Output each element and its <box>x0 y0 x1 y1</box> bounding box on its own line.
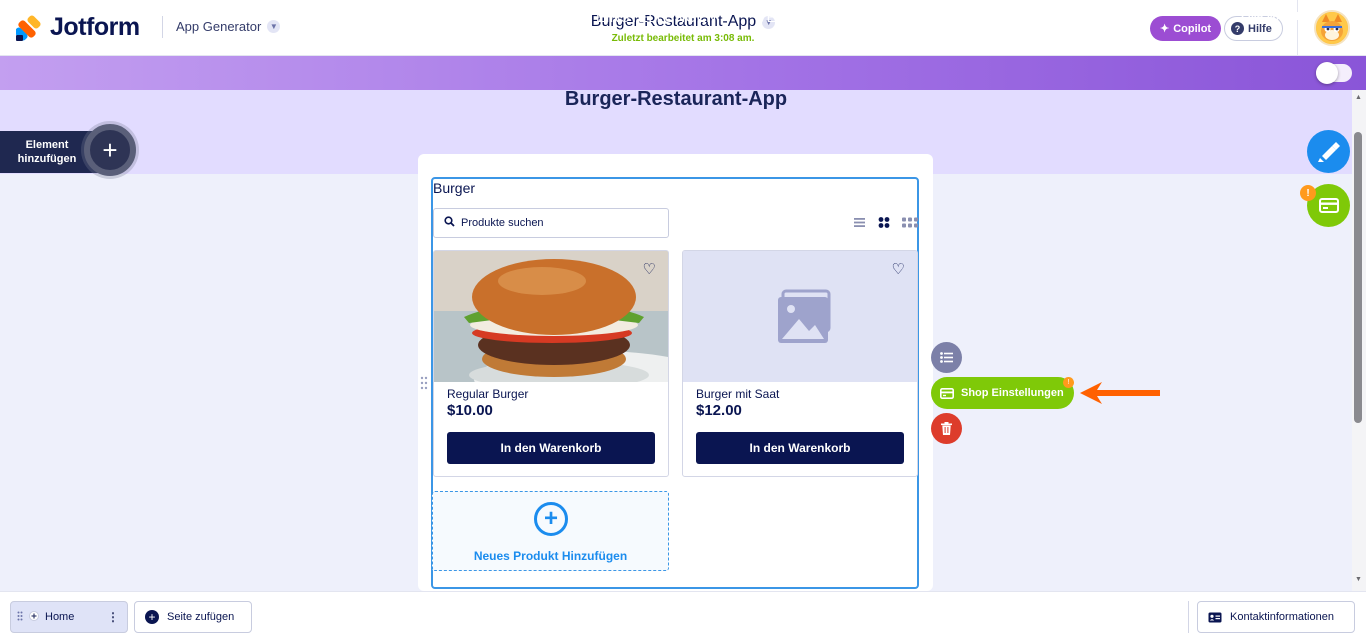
product-card-burger-mit-saat[interactable]: ♡ Burger mit Saat $12.00 In den Warenkor… <box>682 250 918 477</box>
list-view-icon[interactable] <box>854 216 867 229</box>
drag-handle-icon[interactable] <box>420 376 428 390</box>
home-page-label: Home <box>45 611 75 623</box>
add-page-label: Seite zufügen <box>167 611 235 623</box>
tab-veroeffentlichen[interactable]: VERÖFFENTLICHEN <box>757 0 898 34</box>
design-tools-button[interactable] <box>1307 130 1350 173</box>
warning-badge: ! <box>1300 185 1316 201</box>
plus-icon: + <box>102 134 118 165</box>
product-card-regular-burger[interactable]: ♡ Regular Burger $10.00 In den Warenkorb <box>433 250 669 477</box>
copilot-button[interactable]: ✦ Copilot <box>1150 16 1222 41</box>
paint-roller-icon <box>1317 141 1340 162</box>
sparkle-icon: ✦ <box>1160 23 1170 35</box>
scroll-down-arrow-icon[interactable]: ▼ <box>1355 576 1362 583</box>
scroll-up-arrow-icon[interactable]: ▲ <box>1355 94 1362 101</box>
product-price: $12.00 <box>696 402 742 419</box>
small-plus-icon <box>29 610 39 624</box>
shop-settings-label: Shop Einstellungen <box>961 387 1064 399</box>
favorite-heart-icon[interactable]: ♡ <box>643 262 656 277</box>
favorite-heart-icon[interactable]: ♡ <box>892 262 905 277</box>
scrollbar-thumb[interactable] <box>1354 132 1362 423</box>
plus-circle-icon: + <box>534 502 568 536</box>
shop-settings-button[interactable]: Shop Einstellungen <box>931 377 1074 409</box>
header-divider-right <box>1297 0 1298 56</box>
properties-button[interactable] <box>931 342 962 373</box>
add-element-button[interactable]: + <box>84 124 136 176</box>
warning-badge: ! <box>1063 377 1074 388</box>
tab-einstellungen[interactable]: EINSTELLUNGEN <box>596 0 717 34</box>
product-image: ♡ <box>434 251 668 382</box>
search-placeholder: Produkte suchen <box>461 217 544 229</box>
product-price: $10.00 <box>447 402 493 419</box>
user-avatar[interactable] <box>1314 10 1350 46</box>
product-search-input[interactable]: Produkte suchen <box>433 208 669 238</box>
grid-view-icon[interactable] <box>878 216 891 229</box>
toggle-knob[interactable] <box>1316 62 1338 84</box>
product-name: Burger mit Saat <box>696 387 780 401</box>
plus-icon: + <box>145 610 159 624</box>
contact-label: Kontaktinformationen <box>1230 611 1334 623</box>
add-to-cart-button[interactable]: In den Warenkorb <box>447 432 655 464</box>
view-switcher <box>854 216 918 229</box>
page-title: Burger-Restaurant-App <box>564 88 788 110</box>
add-product-label: Neues Produkt Hinzufügen <box>473 549 628 563</box>
card-icon <box>1318 198 1339 213</box>
pointer-arrow-icon <box>1080 381 1162 410</box>
tab-erstellen[interactable]: ERSTELLEN <box>450 0 581 34</box>
contact-info-button[interactable]: Kontaktinformationen <box>1197 601 1355 633</box>
contact-card-icon <box>1208 612 1222 622</box>
add-element-label: Element hinzufügen <box>17 139 77 165</box>
drag-handle-icon[interactable] <box>17 611 23 624</box>
delete-button[interactable] <box>931 413 962 444</box>
page-tab-home[interactable]: Home ⋮ <box>10 601 128 633</box>
live-preview-label: Live Vorschau <box>1241 11 1316 23</box>
widget-title: Burger <box>433 180 476 196</box>
list-icon <box>940 352 953 363</box>
more-options-icon[interactable]: ⋮ <box>107 610 119 624</box>
product-image-placeholder: ♡ <box>683 251 917 382</box>
add-new-product-button[interactable]: + Neues Produkt Hinzufügen <box>432 491 669 571</box>
copilot-label: Copilot <box>1173 22 1212 35</box>
product-name: Regular Burger <box>447 387 529 401</box>
card-icon <box>940 387 954 399</box>
main-tab-bar <box>0 56 1366 90</box>
footer-divider <box>1188 601 1189 633</box>
trash-icon <box>941 422 952 435</box>
help-label: Hilfe <box>1248 22 1272 35</box>
search-icon <box>444 216 455 230</box>
add-to-cart-button[interactable]: In den Warenkorb <box>696 432 904 464</box>
compact-grid-view-icon[interactable] <box>902 216 918 229</box>
question-icon: ? <box>1231 22 1244 35</box>
add-page-button[interactable]: + Seite zufügen <box>134 601 252 633</box>
